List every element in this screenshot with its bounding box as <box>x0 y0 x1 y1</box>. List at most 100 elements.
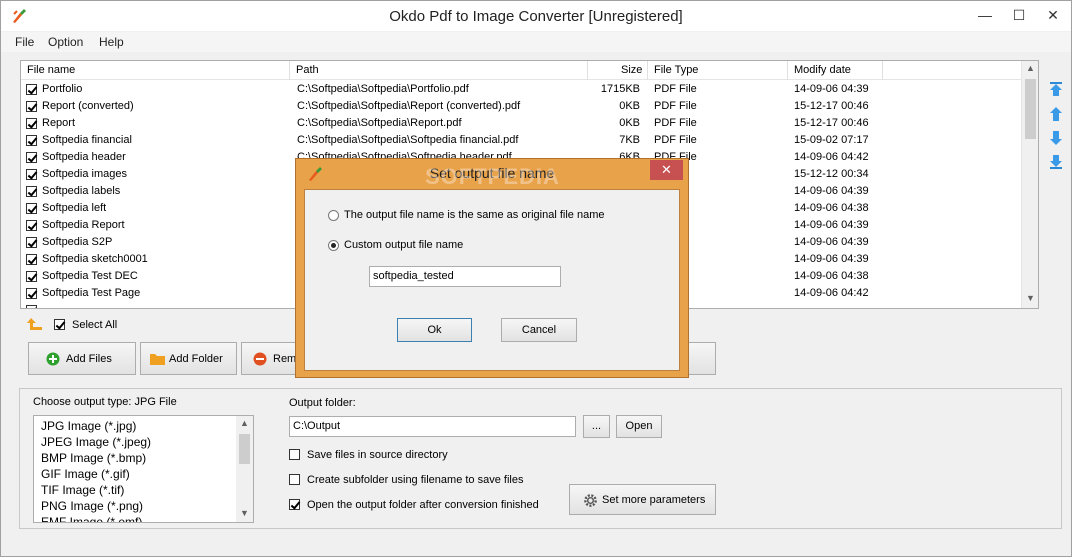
output-type-item[interactable]: JPG Image (*.jpg) <box>41 419 136 433</box>
folder-icon <box>150 354 165 365</box>
open-after-label: Open the output folder after conversion … <box>307 499 539 511</box>
column-modify-date[interactable]: Modify date <box>794 64 851 76</box>
cell-name: Softpedia sketch0001 <box>42 253 148 265</box>
cell-name: Softpedia Report <box>42 219 125 231</box>
output-type-item[interactable]: EMF Image (*.emf) <box>41 515 142 522</box>
output-type-item[interactable]: BMP Image (*.bmp) <box>41 451 146 465</box>
row-checkbox[interactable] <box>26 186 37 197</box>
cell-date: 15-12-12 00:34 <box>794 168 869 180</box>
cell-date: 14-09-06 04:39 <box>794 185 869 197</box>
cell-date: 15-09-02 07:17 <box>794 134 869 146</box>
column-file-type[interactable]: File Type <box>654 64 698 76</box>
same-name-radio[interactable] <box>328 210 339 221</box>
scroll-down-icon[interactable]: ▼ <box>1022 293 1038 303</box>
row-checkbox[interactable] <box>26 118 37 129</box>
scroll-up-icon[interactable]: ▲ <box>236 418 253 428</box>
cell-type: PDF File <box>654 117 697 129</box>
create-subfolder-checkbox[interactable] <box>289 474 300 485</box>
row-checkbox[interactable] <box>26 84 37 95</box>
custom-name-label: Custom output file name <box>344 239 464 251</box>
save-in-source-checkbox[interactable] <box>289 449 300 460</box>
cell-name: Report (converted) <box>42 100 134 112</box>
cell-name: Softpedia Test DEC <box>42 270 138 282</box>
file-list-header: File name Path Size File Type Modify dat… <box>21 61 1022 80</box>
open-button[interactable]: Open <box>616 415 662 438</box>
move-down-icon[interactable] <box>1049 130 1063 146</box>
cell-name: Softpedia left <box>42 202 107 214</box>
move-top-icon[interactable] <box>1049 81 1063 97</box>
output-folder-input[interactable]: C:\Output <box>289 416 576 437</box>
menu-help[interactable]: Help <box>99 35 124 49</box>
menu-file[interactable]: File <box>15 35 34 49</box>
move-up-icon[interactable] <box>1049 106 1063 122</box>
close-button[interactable]: ✕ <box>1037 1 1069 29</box>
browse-button[interactable]: ... <box>583 415 610 438</box>
file-list-scrollbar[interactable]: ▲ ▼ <box>1021 61 1038 308</box>
menu-option[interactable]: Option <box>48 35 83 49</box>
cell-size: 0KB <box>619 117 640 129</box>
cell-name: Report <box>42 117 76 129</box>
scroll-up-icon[interactable]: ▲ <box>1022 63 1038 73</box>
cell-name: Softpedia Test Page <box>42 287 141 299</box>
output-type-list[interactable]: JPG Image (*.jpg) JPEG Image (*.jpeg) BM… <box>33 415 254 523</box>
scroll-down-icon[interactable]: ▼ <box>236 508 253 518</box>
up-folder-icon[interactable] <box>27 317 43 331</box>
output-type-label: Choose output type: JPG File <box>33 396 177 408</box>
window-title: Okdo Pdf to Image Converter [Unregistere… <box>389 8 683 25</box>
move-bottom-icon[interactable] <box>1049 154 1063 170</box>
output-type-scrollbar[interactable]: ▲ ▼ <box>236 416 253 522</box>
add-files-label: Add Files <box>66 352 112 365</box>
row-checkbox[interactable] <box>26 237 37 248</box>
custom-name-input[interactable]: softpedia_tested <box>369 266 561 287</box>
column-file-name[interactable]: File name <box>27 64 75 76</box>
open-after-checkbox[interactable] <box>289 499 300 510</box>
cell-name: Portfolio <box>42 83 83 95</box>
same-name-label: The output file name is the same as orig… <box>344 209 605 221</box>
table-row[interactable]: Portfolio C:\Softpedia\Softpedia\Portfoli… <box>21 81 1022 98</box>
output-type-item[interactable]: TIF Image (*.tif) <box>41 483 124 497</box>
set-more-parameters-button[interactable]: Set more parameters <box>569 484 716 515</box>
maximize-button[interactable]: ☐ <box>1003 1 1035 29</box>
row-checkbox[interactable] <box>26 220 37 231</box>
add-icon <box>46 352 60 366</box>
custom-name-radio[interactable] <box>328 240 339 251</box>
add-folder-button[interactable]: Add Folder <box>140 342 237 375</box>
table-row[interactable]: Report (converted) C:\Softpedia\Softpedia… <box>21 98 1022 115</box>
set-more-parameters-label: Set more parameters <box>602 493 706 506</box>
column-path[interactable]: Path <box>296 64 319 76</box>
scroll-thumb[interactable] <box>1025 79 1036 139</box>
gear-icon <box>584 494 597 507</box>
row-checkbox[interactable] <box>26 271 37 282</box>
table-row[interactable]: Report C:\Softpedia\Softpedia\Report.pdf 0… <box>21 115 1022 132</box>
row-checkbox[interactable] <box>26 203 37 214</box>
cell-date: 14-09-06 04:38 <box>794 202 869 214</box>
table-row[interactable]: Softpedia financial C:\Softpedia\Softpedi… <box>21 132 1022 149</box>
ok-button[interactable]: Ok <box>397 318 472 342</box>
select-all-checkbox[interactable] <box>54 319 65 330</box>
cell-type: PDF File <box>654 100 697 112</box>
set-output-file-name-dialog: Set output file name ✕ The output file n… <box>295 158 689 378</box>
create-subfolder-label: Create subfolder using filename to save … <box>307 474 524 486</box>
cell-type: PDF File <box>654 83 697 95</box>
row-checkbox[interactable] <box>26 135 37 146</box>
scroll-thumb[interactable] <box>239 434 250 464</box>
title-bar: Okdo Pdf to Image Converter [Unregistere… <box>1 1 1071 31</box>
output-type-item[interactable]: GIF Image (*.gif) <box>41 467 130 481</box>
minimize-button[interactable]: — <box>969 1 1001 29</box>
watermark: SOFTPEDIA <box>425 164 560 189</box>
cell-name: Softpedia labels <box>42 185 121 197</box>
remove-button[interactable]: Remo <box>241 342 301 375</box>
row-checkbox[interactable] <box>26 305 37 308</box>
column-size[interactable]: Size <box>621 64 642 76</box>
dialog-close-button[interactable]: ✕ <box>650 160 683 180</box>
row-checkbox[interactable] <box>26 152 37 163</box>
row-checkbox[interactable] <box>26 101 37 112</box>
cancel-button[interactable]: Cancel <box>501 318 577 342</box>
output-type-item[interactable]: JPEG Image (*.jpeg) <box>41 435 151 449</box>
row-checkbox[interactable] <box>26 169 37 180</box>
row-checkbox[interactable] <box>26 254 37 265</box>
cell-date: 14-09-06 04:42 <box>794 151 869 163</box>
add-files-button[interactable]: Add Files <box>28 342 136 375</box>
output-type-item[interactable]: PNG Image (*.png) <box>41 499 143 513</box>
row-checkbox[interactable] <box>26 288 37 299</box>
